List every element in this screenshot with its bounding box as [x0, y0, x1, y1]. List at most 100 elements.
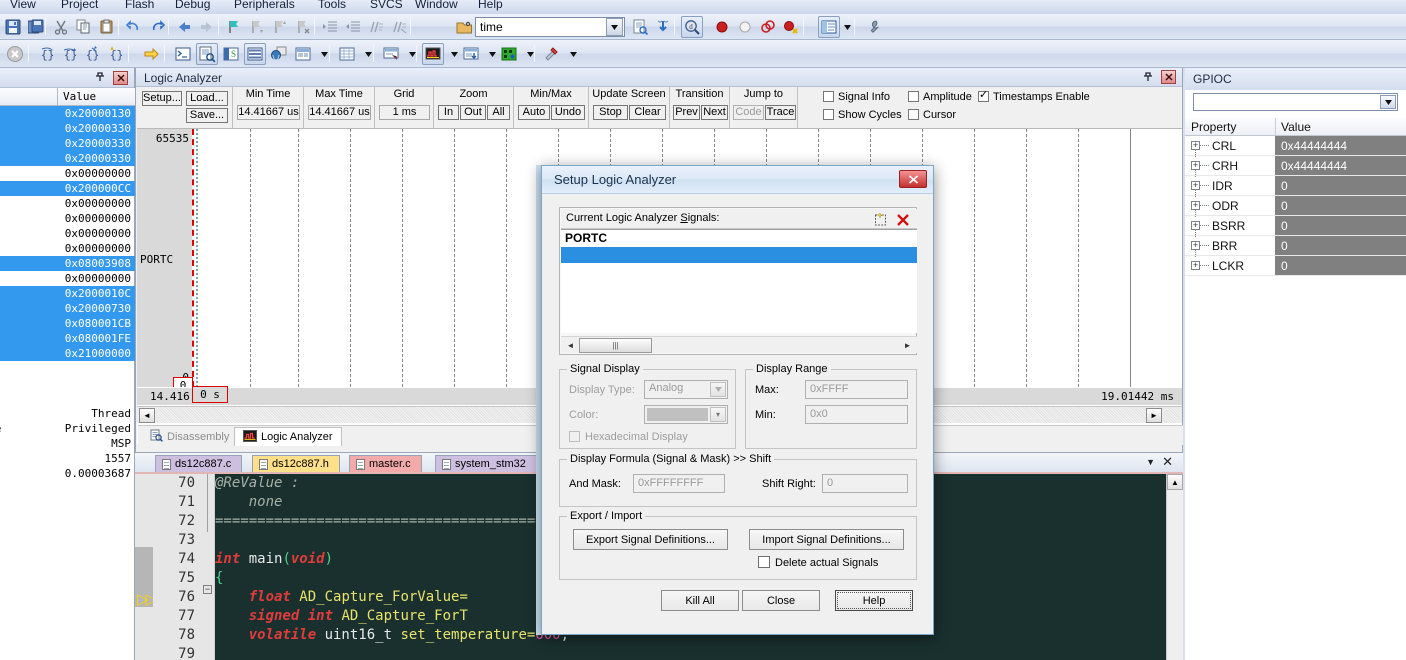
- registers-row[interactable]: SR0x21000000: [0, 346, 135, 361]
- chevron-down-icon[interactable]: ▼: [1146, 457, 1155, 467]
- memory-dropdown-icon[interactable]: [357, 43, 379, 65]
- dialog-close-button[interactable]: [899, 170, 927, 188]
- la-transition-prev-button[interactable]: Prev: [673, 105, 700, 120]
- system-viewer-icon[interactable]: [498, 43, 520, 65]
- menu-item-project[interactable]: Project: [61, 0, 98, 11]
- la-save-button[interactable]: Save...: [186, 108, 228, 123]
- registers-row[interactable]: ivilege Privileged: [0, 421, 135, 436]
- menu-item-svcs[interactable]: SVCS: [370, 0, 403, 11]
- registers-row[interactable]: 0x200000CC: [0, 181, 135, 196]
- registers-row[interactable]: 0x00000000: [0, 166, 135, 181]
- la-minmax-auto-button[interactable]: Auto: [518, 105, 550, 120]
- peripheral-selector-combo[interactable]: [1193, 93, 1398, 111]
- stop-debug-icon[interactable]: [4, 43, 26, 65]
- registers-row[interactable]: 0x00000000: [0, 211, 135, 226]
- menu-item-view[interactable]: View: [10, 0, 36, 11]
- peripheral-row-value-cell[interactable]: 0: [1275, 196, 1406, 215]
- peripheral-row-value-cell[interactable]: 0: [1275, 176, 1406, 195]
- la-load-button[interactable]: Load...: [186, 91, 228, 106]
- peripheral-row[interactable]: + BRR 0: [1185, 236, 1406, 257]
- peripheral-row-value-cell[interactable]: 0: [1275, 256, 1406, 275]
- serial-dropdown-icon[interactable]: [401, 43, 423, 65]
- debug-icon[interactable]: d: [681, 16, 703, 38]
- registers-row[interactable]: 0x00000000: [0, 226, 135, 241]
- signals-listbox[interactable]: PORTC: [561, 229, 917, 333]
- registers-row[interactable]: 0x20000330: [0, 151, 135, 166]
- signals-hscrollbar[interactable]: ◄ ||| ►: [561, 336, 917, 353]
- peripheral-row-value-cell[interactable]: 0x44444444: [1275, 156, 1406, 175]
- navigate-forward-icon[interactable]: [196, 16, 218, 38]
- bookmark-prev-icon[interactable]: [269, 16, 291, 38]
- call-stack-icon[interactable]: [268, 43, 290, 65]
- peripheral-row[interactable]: + LCKR 0: [1185, 256, 1406, 276]
- peripheral-row[interactable]: + ODR 0: [1185, 196, 1406, 217]
- editor-tab-system-stm32[interactable]: system_stm32: [435, 455, 537, 472]
- column-divider[interactable]: [1275, 118, 1276, 135]
- breakpoint-disable-all-icon[interactable]: [757, 16, 779, 38]
- editor-breakpoint-gutter[interactable]: ▷▷: [135, 474, 157, 660]
- registers-row[interactable]: 4 (LR)0x080001CB: [0, 316, 135, 331]
- registers-row[interactable]: 0x20000330: [0, 121, 135, 136]
- chevron-down-icon[interactable]: [1380, 95, 1396, 109]
- registers-row[interactable]: 0x00000000: [0, 241, 135, 256]
- registers-row[interactable]: ackMSP: [0, 436, 135, 451]
- serial-window-icon[interactable]: [380, 43, 402, 65]
- peripheral-row-value-cell[interactable]: 0: [1275, 236, 1406, 255]
- expand-icon[interactable]: +: [1191, 181, 1200, 190]
- system-viewer-dropdown-icon[interactable]: [519, 43, 541, 65]
- open-file-icon[interactable]: [453, 16, 475, 38]
- expand-icon[interactable]: +: [1191, 241, 1200, 250]
- paste-icon[interactable]: [96, 16, 118, 38]
- registers-row[interactable]: 10x00000000: [0, 271, 135, 286]
- outdent-icon[interactable]: [342, 16, 364, 38]
- peripheral-row[interactable]: + CRL 0x44444444: [1185, 136, 1406, 157]
- navigate-back-icon[interactable]: [173, 16, 195, 38]
- la-stop-button[interactable]: Stop: [593, 105, 628, 120]
- registers-row[interactable]: 0x00000000: [0, 196, 135, 211]
- signal-list-item[interactable]: PORTC: [561, 230, 917, 246]
- registers-row[interactable]: 0x20000330: [0, 136, 135, 151]
- close-icon[interactable]: [113, 71, 128, 85]
- analysis-window-icon[interactable]: [422, 43, 444, 65]
- breakpoint-disable-icon[interactable]: [734, 16, 756, 38]
- peripheral-row[interactable]: + BSRR 0: [1185, 216, 1406, 237]
- la-zoom-out-button[interactable]: Out: [460, 105, 486, 120]
- uncomment-icon[interactable]: [388, 16, 410, 38]
- scroll-right-icon[interactable]: ►: [1146, 408, 1162, 423]
- peripheral-row[interactable]: + IDR 0: [1185, 176, 1406, 197]
- save-icon[interactable]: [2, 16, 24, 38]
- memory-window-icon[interactable]: [336, 43, 358, 65]
- search-input[interactable]: time: [476, 20, 606, 34]
- editor-vscrollbar[interactable]: ▲: [1166, 474, 1183, 660]
- la-cursor-checkbox[interactable]: Cursor: [908, 109, 956, 121]
- toolbox-icon[interactable]: [541, 43, 563, 65]
- export-signal-definitions-button[interactable]: Export Signal Definitions...: [573, 529, 728, 550]
- menu-item-peripherals[interactable]: Peripherals: [234, 0, 295, 11]
- kill-all-button[interactable]: Kill All: [661, 590, 739, 611]
- pin-icon[interactable]: [94, 71, 108, 85]
- step-into-icon[interactable]: {}: [36, 43, 58, 65]
- disassembly-window-icon[interactable]: [196, 43, 218, 65]
- run-to-cursor-icon[interactable]: {}: [105, 43, 127, 65]
- new-signal-icon[interactable]: [871, 211, 889, 228]
- watch-window-icon[interactable]: [292, 43, 314, 65]
- close-icon[interactable]: [1161, 70, 1176, 84]
- menu-item-help[interactable]: Help: [478, 0, 503, 11]
- la-signal-info-checkbox[interactable]: Signal Info: [823, 91, 890, 103]
- expand-icon[interactable]: +: [1191, 141, 1200, 150]
- menu-item-flash[interactable]: Flash: [125, 0, 154, 11]
- watch-dropdown-icon[interactable]: [313, 43, 335, 65]
- registers-row[interactable]: 3 (SP)0x20000730: [0, 301, 135, 316]
- symbols-window-icon[interactable]: S: [220, 43, 242, 65]
- la-zoom-in-button[interactable]: In: [438, 105, 459, 120]
- time-cursor-teal[interactable]: [196, 129, 198, 387]
- redo-icon[interactable]: [146, 16, 168, 38]
- tab-disassembly[interactable]: Disassembly: [142, 427, 237, 446]
- la-zoom-all-button[interactable]: All: [487, 105, 510, 120]
- delete-actual-signals-checkbox[interactable]: Delete actual Signals: [758, 556, 878, 569]
- editor-tab-ds12c887-c[interactable]: ds12c887.c: [155, 455, 243, 472]
- la-transition-next-button[interactable]: Next: [701, 105, 728, 120]
- menu-item-window[interactable]: Window: [415, 0, 458, 11]
- import-signal-definitions-button[interactable]: Import Signal Definitions...: [749, 529, 904, 550]
- registers-row[interactable]: 00x08003908: [0, 256, 135, 271]
